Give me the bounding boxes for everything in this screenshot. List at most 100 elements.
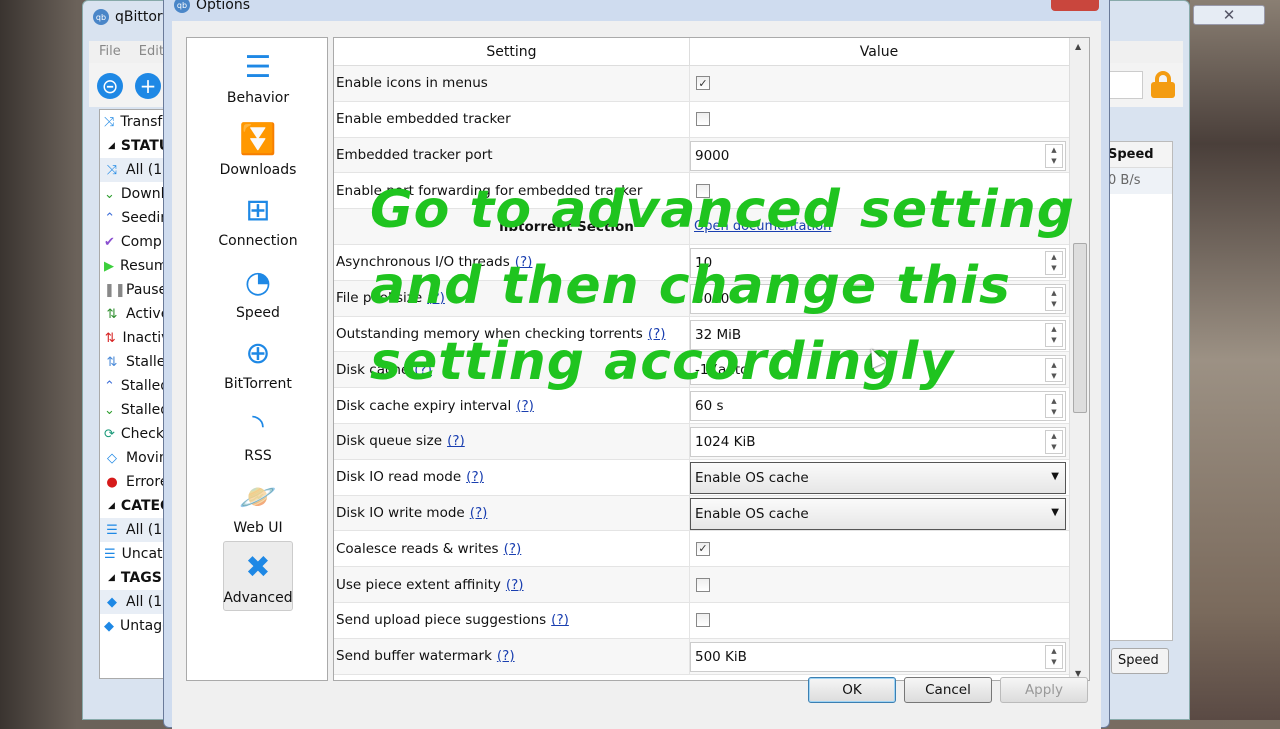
sidebar-item-label: Connection <box>218 233 298 250</box>
setting-name: Disk IO write mode <box>336 504 465 521</box>
cancel-button[interactable]: Cancel <box>904 677 992 703</box>
help-link[interactable]: (?) <box>466 469 484 485</box>
tools-icon: ✖ <box>245 550 271 586</box>
setting-checkbox[interactable] <box>696 183 710 198</box>
setting-name: Use piece extent affinity <box>336 576 501 593</box>
sidebar-item-downloads[interactable]: ⏬ Downloads <box>220 112 297 182</box>
table-row: Enable port forwarding for embedded trac… <box>334 173 1089 210</box>
help-link[interactable]: (?) <box>551 612 569 628</box>
setting-dropdown[interactable]: Enable OS cache ▼ <box>690 497 1066 530</box>
setting-name: Send buffer watermark <box>336 648 492 665</box>
setting-spinbox[interactable]: 32 MiB ▲ ▼ <box>690 319 1066 350</box>
list-icon: ☰ <box>104 546 116 562</box>
scrollbar-thumb[interactable] <box>1073 243 1087 413</box>
setting-dropdown[interactable]: Enable OS cache ▼ <box>690 461 1066 494</box>
scroll-up-icon[interactable]: ▲ <box>1075 42 1081 51</box>
setting-checkbox[interactable]: ✓ <box>696 541 710 556</box>
options-dialog: qb Options ☰ Behavior ⏬ Downloads ⊞ Connectio… <box>163 0 1110 729</box>
add-link-icon[interactable]: ⊝ <box>97 73 123 99</box>
spinbox-value: 32 MiB <box>695 326 742 343</box>
collapse-triangle-icon[interactable]: ◢ <box>108 573 115 583</box>
setting-name: Enable port forwarding for embedded trac… <box>336 182 643 199</box>
help-link[interactable]: (?) <box>515 254 533 270</box>
column-header-value[interactable]: Value <box>690 38 1068 65</box>
spin-arrows-icon[interactable]: ▲ ▼ <box>1045 394 1063 419</box>
setting-checkbox[interactable] <box>696 613 710 628</box>
spinbox-value: 60 s <box>695 398 724 415</box>
spin-arrows-icon[interactable]: ▲ ▼ <box>1045 429 1063 454</box>
setting-label: Outstanding memory when checking torrent… <box>334 316 690 352</box>
setting-value: ✓ <box>690 66 1068 101</box>
help-link[interactable]: (?) <box>470 505 488 521</box>
column-header-speed[interactable]: Speed <box>1102 142 1172 168</box>
setting-checkbox[interactable]: ✓ <box>696 76 710 91</box>
qbittorrent-logo-icon: qb <box>93 9 109 25</box>
menu-edit[interactable]: Edit <box>139 44 164 60</box>
sidebar-item-bittorrent[interactable]: ⊕ BitTorrent <box>223 326 293 396</box>
main-close-button[interactable]: ✕ <box>1193 5 1265 25</box>
sidebar-item-behavior[interactable]: ☰ Behavior <box>223 40 293 110</box>
sidebar-item-speed[interactable]: ◔ Speed <box>223 255 293 325</box>
setting-spinbox[interactable]: 10 ▲ ▼ <box>690 247 1066 278</box>
table-row: Disk IO read mode (?) Enable OS cache ▼ <box>334 459 1089 496</box>
collapse-triangle-icon[interactable]: ◢ <box>108 501 115 511</box>
setting-name: Outstanding memory when checking torrent… <box>336 325 643 342</box>
spin-arrows-icon[interactable]: ▲ ▼ <box>1045 286 1063 311</box>
spinbox-value: 9000 <box>695 147 730 164</box>
transfer-list: Speed 0 B/s <box>1101 141 1173 641</box>
filter-item-label: All (1) <box>126 162 168 178</box>
chevron-down-icon: ▼ <box>1051 470 1059 482</box>
shuffle-icon: ⤨ <box>106 162 118 178</box>
spinbox-value: 10 <box>695 254 713 271</box>
spin-arrows-icon[interactable]: ▲ ▼ <box>1045 644 1063 669</box>
help-link[interactable]: (?) <box>516 398 534 414</box>
help-link[interactable]: (?) <box>504 541 522 557</box>
help-link[interactable]: (?) <box>648 326 666 342</box>
setting-value: 1024 KiB ▲ ▼ <box>690 424 1068 459</box>
add-torrent-icon[interactable]: + <box>135 73 161 99</box>
spin-arrows-icon[interactable]: ▲ ▼ <box>1045 322 1063 347</box>
lock-icon[interactable] <box>1151 71 1175 98</box>
setting-label: Enable embedded tracker <box>334 101 690 137</box>
menu-file[interactable]: File <box>99 44 121 60</box>
help-link[interactable]: (?) <box>447 433 465 449</box>
play-icon: ▶ <box>104 258 114 274</box>
column-header-setting[interactable]: Setting <box>334 38 690 65</box>
setting-spinbox[interactable]: 500 KiB ▲ ▼ <box>690 641 1066 672</box>
spin-arrows-icon[interactable]: ▲ ▼ <box>1045 250 1063 275</box>
help-link[interactable]: (?) <box>427 290 445 306</box>
refresh-icon: ⟳ <box>104 426 115 442</box>
sidebar-item-rss[interactable]: ◝ RSS <box>223 398 293 468</box>
spin-arrows-icon[interactable]: ▲ ▼ <box>1045 143 1063 168</box>
setting-label: Embedded tracker port <box>334 137 690 173</box>
setting-value <box>690 173 1068 208</box>
help-link[interactable]: (?) <box>506 577 524 593</box>
setting-name: Enable embedded tracker <box>336 111 511 128</box>
vertical-scrollbar[interactable]: ▲ ▼ <box>1069 38 1089 680</box>
setting-spinbox[interactable]: 5000 ▲ ▼ <box>690 283 1066 314</box>
error-icon: ● <box>106 474 118 490</box>
check-icon: ✔ <box>104 234 115 250</box>
help-link[interactable]: (?) <box>497 648 515 664</box>
spin-arrows-icon[interactable]: ▲ ▼ <box>1045 358 1063 383</box>
table-row: Disk cache expiry interval (?) 60 s ▲ ▼ <box>334 388 1089 424</box>
ok-button[interactable]: OK <box>808 677 896 703</box>
help-link[interactable]: (?) <box>414 362 432 378</box>
setting-spinbox[interactable]: 9000 ▲ ▼ <box>690 140 1066 171</box>
setting-checkbox[interactable] <box>696 577 710 592</box>
table-header: Setting Value <box>334 38 1089 66</box>
setting-checkbox[interactable] <box>696 112 710 127</box>
setting-spinbox[interactable]: 60 s ▲ ▼ <box>690 391 1066 422</box>
table-row: Disk IO write mode (?) Enable OS cache ▼ <box>334 495 1089 532</box>
sidebar-item-web-ui[interactable]: 🪐 Web UI <box>223 470 293 540</box>
list-icon: ☰ <box>106 522 118 538</box>
apply-button[interactable]: Apply <box>1000 677 1088 703</box>
sidebar-item-label: BitTorrent <box>224 376 292 393</box>
open-documentation-link[interactable]: Open documentation <box>692 219 831 234</box>
setting-spinbox[interactable]: 1024 KiB ▲ ▼ <box>690 426 1066 457</box>
sidebar-item-advanced[interactable]: ✖ Advanced <box>223 541 293 612</box>
collapse-triangle-icon[interactable]: ◢ <box>108 141 115 151</box>
speed-button[interactable]: Speed <box>1111 648 1169 674</box>
sidebar-item-connection[interactable]: ⊞ Connection <box>218 183 297 253</box>
dialog-close-button[interactable] <box>1051 0 1099 11</box>
